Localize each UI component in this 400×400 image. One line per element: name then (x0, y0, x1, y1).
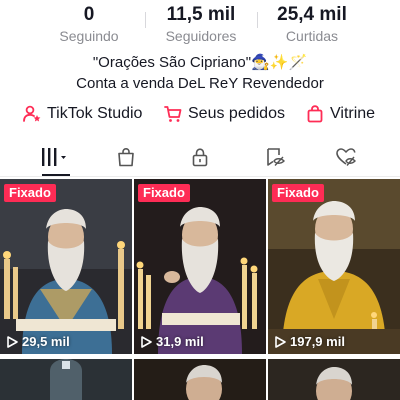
tab-favorites[interactable] (245, 140, 305, 174)
followers-count: 11,5 mil (166, 4, 236, 25)
video-thumbnail-image (0, 179, 132, 354)
play-icon (275, 335, 286, 348)
video-thumbnail-image (134, 359, 266, 400)
heart-eye-icon (336, 148, 356, 166)
video-thumbnail-image (0, 359, 132, 400)
profile-bio: "Orações São Cipriano"🧙‍♂️✨🪄 Conta a ven… (0, 52, 400, 94)
pinned-badge: Fixado (138, 184, 190, 202)
video-thumbnail[interactable] (134, 359, 266, 400)
profile-links: TikTok Studio Seus pedidos Vitrine (0, 101, 400, 127)
video-thumbnail-image (268, 359, 400, 400)
following-label: Seguindo (59, 28, 119, 44)
video-thumbnail[interactable] (0, 359, 132, 400)
tab-videos[interactable] (26, 140, 86, 174)
followers-label: Seguidores (165, 28, 237, 44)
likes-label: Curtidas (285, 28, 339, 44)
storefront-label: Vitrine (330, 105, 376, 122)
bio-line-1: "Orações São Cipriano"🧙‍♂️✨🪄 (92, 54, 308, 71)
orders-link[interactable]: Seus pedidos (163, 101, 285, 127)
storefront-link[interactable]: Vitrine (305, 101, 375, 127)
followers-stat[interactable]: 11,5 mil Seguidores (146, 4, 256, 45)
play-icon (7, 335, 18, 348)
view-count: 29,5 mil (6, 334, 70, 349)
video-grid: Fixado 29,5 mil Fixado 31,9 mil Fixado 1… (0, 179, 400, 400)
view-count-value: 197,9 mil (290, 334, 345, 349)
video-thumbnail[interactable]: Fixado 197,9 mil (268, 179, 400, 354)
pinned-badge: Fixado (272, 184, 324, 202)
video-thumbnail[interactable]: Fixado 31,9 mil (134, 179, 266, 354)
view-count-value: 29,5 mil (22, 334, 70, 349)
pinned-badge: Fixado (4, 184, 56, 202)
play-icon (141, 335, 152, 348)
bio-line-2: Conta a venda DeL ReY Revendedor (76, 75, 324, 92)
person-star-icon (23, 105, 41, 122)
cart-icon (164, 106, 182, 122)
tiktok-studio-label: TikTok Studio (47, 105, 143, 122)
view-count: 31,9 mil (140, 334, 204, 349)
video-thumbnail[interactable]: Fixado 29,5 mil (0, 179, 132, 354)
tiktok-studio-link[interactable]: TikTok Studio (22, 101, 142, 127)
following-stat[interactable]: 0 Seguindo (34, 4, 144, 45)
selected-tab-indicator (42, 174, 70, 176)
profile-stats: 0 Seguindo 11,5 mil Seguidores 25,4 mil … (0, 0, 400, 48)
following-count: 0 (83, 4, 95, 25)
content-tabs (0, 140, 400, 177)
view-count-value: 31,9 mil (156, 334, 204, 349)
tab-shop[interactable] (96, 140, 156, 174)
chevron-down-icon (61, 156, 66, 159)
grid-icon (42, 148, 66, 166)
view-count: 197,9 mil (274, 334, 345, 349)
orders-label: Seus pedidos (188, 105, 285, 122)
likes-count: 25,4 mil (277, 4, 347, 25)
video-thumbnail-image (134, 179, 266, 354)
lock-icon (192, 148, 208, 167)
shop-bag-icon (118, 147, 134, 167)
shopping-bag-icon (307, 105, 323, 123)
tab-liked[interactable] (316, 140, 376, 174)
video-thumbnail[interactable] (268, 359, 400, 400)
video-thumbnail-image (268, 179, 400, 354)
tab-private[interactable] (170, 140, 230, 174)
bookmark-eye-icon (267, 148, 285, 166)
likes-stat[interactable]: 25,4 mil Curtidas (257, 4, 367, 45)
